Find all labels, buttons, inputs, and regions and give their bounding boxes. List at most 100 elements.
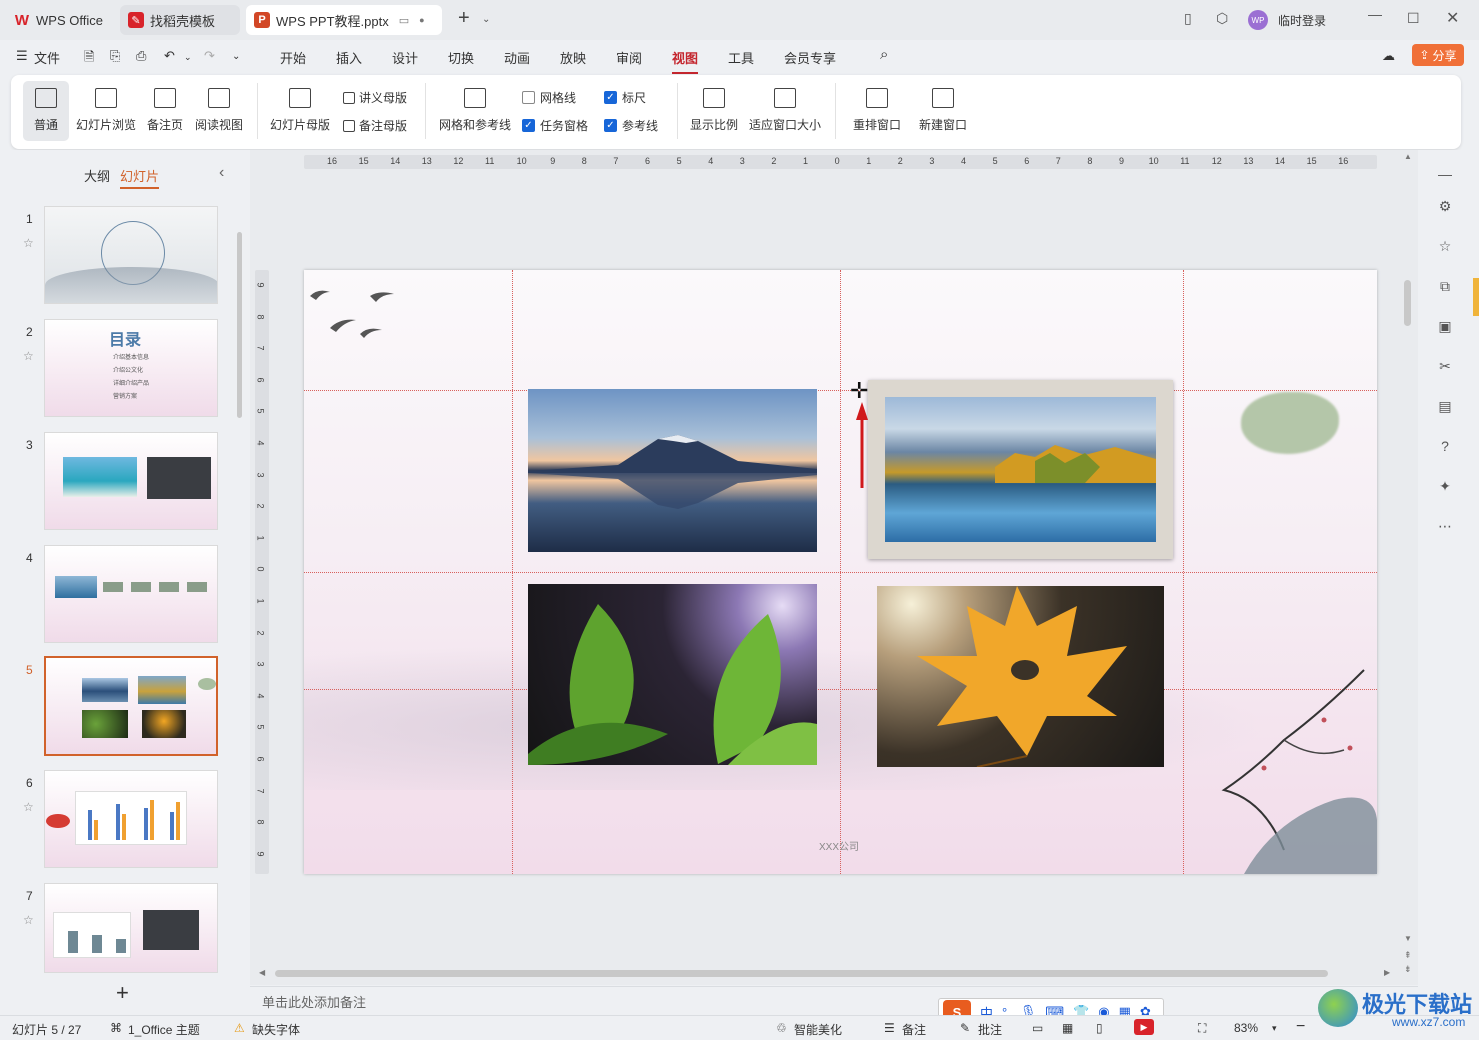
scroll-up-icon[interactable]: ▲ [1404,152,1412,161]
horizontal-ruler[interactable]: 16 15 14 13 12 11 10 9 8 7 6 5 4 3 2 1 0 1 2 3 4 5 6 7 8 9 10 11 12 1… [304,155,1377,169]
notes-pane[interactable]: 单击此处添加备注 [250,986,1418,1014]
menu-animation[interactable]: 动画 [504,48,530,67]
slide-thumbnail-2[interactable]: 目录 介绍基本信息 介绍公文化 详细介绍产品 营销方案 [44,319,218,417]
chevron-down-icon[interactable]: ⌄ [482,14,490,25]
adjust-icon[interactable]: ⚙ [1436,198,1454,216]
notes-page-button[interactable]: 备注页 [143,81,187,141]
menu-file[interactable]: 文件 [34,48,60,67]
notes-icon[interactable]: ☰ [884,1021,895,1035]
slide-thumbnail-4[interactable] [44,545,218,643]
star-icon[interactable]: ☆ [1436,238,1454,256]
close-icon[interactable]: ✕ [1446,8,1459,28]
panel-scrollbar[interactable] [237,232,242,418]
star-icon[interactable]: ☆ [23,800,34,814]
next-slide-icon[interactable]: ⇟ [1404,964,1412,975]
sorter-view-icon[interactable]: ▦ [1062,1021,1073,1035]
menu-slideshow[interactable]: 放映 [560,48,586,67]
scroll-left-icon[interactable]: ◀ [259,968,265,977]
maple-leaf-image[interactable] [877,586,1164,767]
picture-icon[interactable]: ▣ [1436,318,1454,336]
menu-review[interactable]: 审阅 [616,48,642,67]
tools-icon[interactable]: ✂ [1436,358,1454,376]
slide-thumbnail-1[interactable] [44,206,218,304]
login-button[interactable]: 临时登录 [1278,12,1326,29]
green-leaves-image[interactable] [528,584,817,765]
minimize-icon[interactable]: — [1368,6,1382,22]
comment-icon[interactable]: ✎ [960,1021,970,1035]
reading-view-button[interactable]: 阅读视图 [193,81,245,141]
zoom-out-icon[interactable]: − [1296,1018,1305,1036]
monitor-icon[interactable]: ▭ [399,14,409,27]
menu-design[interactable]: 设计 [392,48,418,67]
undo-dropdown-icon[interactable]: ⌄ [184,52,192,63]
slide-thumbnail-7[interactable] [44,883,218,973]
horizontal-guide[interactable] [304,572,1377,573]
task-pane-checkbox[interactable]: ✓ 任务窗格 [522,117,588,134]
reader-icon[interactable]: ▤ [1436,398,1454,416]
gridlines-checkbox[interactable]: 网格线 [522,89,576,106]
vertical-ruler[interactable]: 9 8 7 6 5 4 3 2 1 0 1 2 3 4 5 6 7 8 9 [255,270,269,874]
menu-tools[interactable]: 工具 [728,48,754,67]
guides-checkbox[interactable]: ✓ 参考线 [604,117,658,134]
hamburger-icon[interactable]: ☰ [16,48,28,64]
notes-toggle[interactable]: 备注 [902,1021,926,1038]
tab-wps-office[interactable]: W WPS Office [6,5,114,35]
menu-view[interactable]: 视图 [672,48,699,74]
zoom-button[interactable]: 显示比例 [687,81,741,141]
tab-template[interactable]: ✎ 找稻壳模板 [120,5,240,35]
forest-lake-frame[interactable] [868,380,1173,559]
slide-master-button[interactable]: 幻灯片母版 [267,81,333,141]
beautify-icon[interactable]: ♲ [776,1021,787,1035]
collapse-panel-icon[interactable]: ‹ [219,164,224,182]
vertical-scrollbar[interactable] [1404,280,1411,326]
shape-icon[interactable]: ✦ [1436,478,1454,496]
new-tab-icon[interactable]: + [458,7,470,30]
horizontal-scrollbar[interactable] [275,970,1328,977]
slide-thumbnail-5[interactable] [44,656,218,756]
ruler-checkbox[interactable]: ✓ 标尺 [604,89,646,106]
horizontal-guide[interactable] [304,390,1377,391]
slide-thumbnail-3[interactable] [44,432,218,530]
slide-footer[interactable]: XXX公司 [819,838,859,853]
help-icon[interactable]: ? [1436,438,1454,456]
minimize-panel-icon[interactable]: — [1436,166,1454,184]
tab-slides[interactable]: 幻灯片 [120,166,160,189]
menu-transition[interactable]: 切换 [448,48,474,67]
avatar[interactable]: WP [1248,10,1268,30]
cube-icon[interactable]: ⬡ [1216,10,1228,27]
slide-sorter-button[interactable]: 幻灯片浏览 [73,81,139,141]
tab-outline[interactable]: 大纲 [84,166,110,185]
comments-toggle[interactable]: 批注 [978,1021,1002,1038]
prev-slide-icon[interactable]: ⇞ [1404,950,1412,961]
more-icon[interactable]: ⋯ [1436,518,1454,536]
scroll-down-icon[interactable]: ▼ [1404,934,1412,943]
zoom-dropdown-icon[interactable]: ▾ [1272,1023,1277,1034]
play-icon[interactable]: ▶ [1134,1019,1154,1035]
tab-document[interactable]: P WPS PPT教程.pptx ▭ ● [246,5,442,35]
more-dropdown-icon[interactable]: ⌄ [232,51,240,62]
missing-font-button[interactable]: 缺失字体 [252,1021,300,1038]
slide-canvas[interactable]: XXX公司 ✛ [304,270,1377,874]
save-icon[interactable]: 🗎 [84,48,94,70]
add-slide-button[interactable]: + [116,980,129,1006]
menu-member[interactable]: 会员专享 [784,48,836,67]
theme-icon[interactable]: ⌘ [110,1021,122,1035]
beautify-button[interactable]: 智能美化 [794,1021,842,1038]
slide-thumbnail-6[interactable] [44,770,218,868]
scroll-right-icon[interactable]: ▶ [1384,968,1390,977]
print-preview-icon[interactable]: ⎙ [136,48,146,64]
normal-view-button[interactable]: 普通 [23,81,69,141]
cloud-shape[interactable] [1241,392,1339,454]
cloud-icon[interactable]: ☁ [1382,48,1395,64]
copy-icon[interactable]: ⧉ [1436,278,1454,296]
layout-icon[interactable]: ▯ [1184,10,1192,27]
maximize-icon[interactable]: ☐ [1407,10,1420,27]
notes-master-button[interactable]: 备注母版 [343,117,407,134]
star-icon[interactable]: ☆ [23,913,34,927]
redo-icon[interactable]: ↷ [204,48,215,64]
zoom-level[interactable]: 83% [1234,1021,1258,1035]
star-icon[interactable]: ☆ [23,236,34,250]
theme-name[interactable]: 1_Office 主题 [128,1021,200,1038]
fit-window-button[interactable]: 适应窗口大小 [747,81,823,141]
star-icon[interactable]: ☆ [23,349,34,363]
